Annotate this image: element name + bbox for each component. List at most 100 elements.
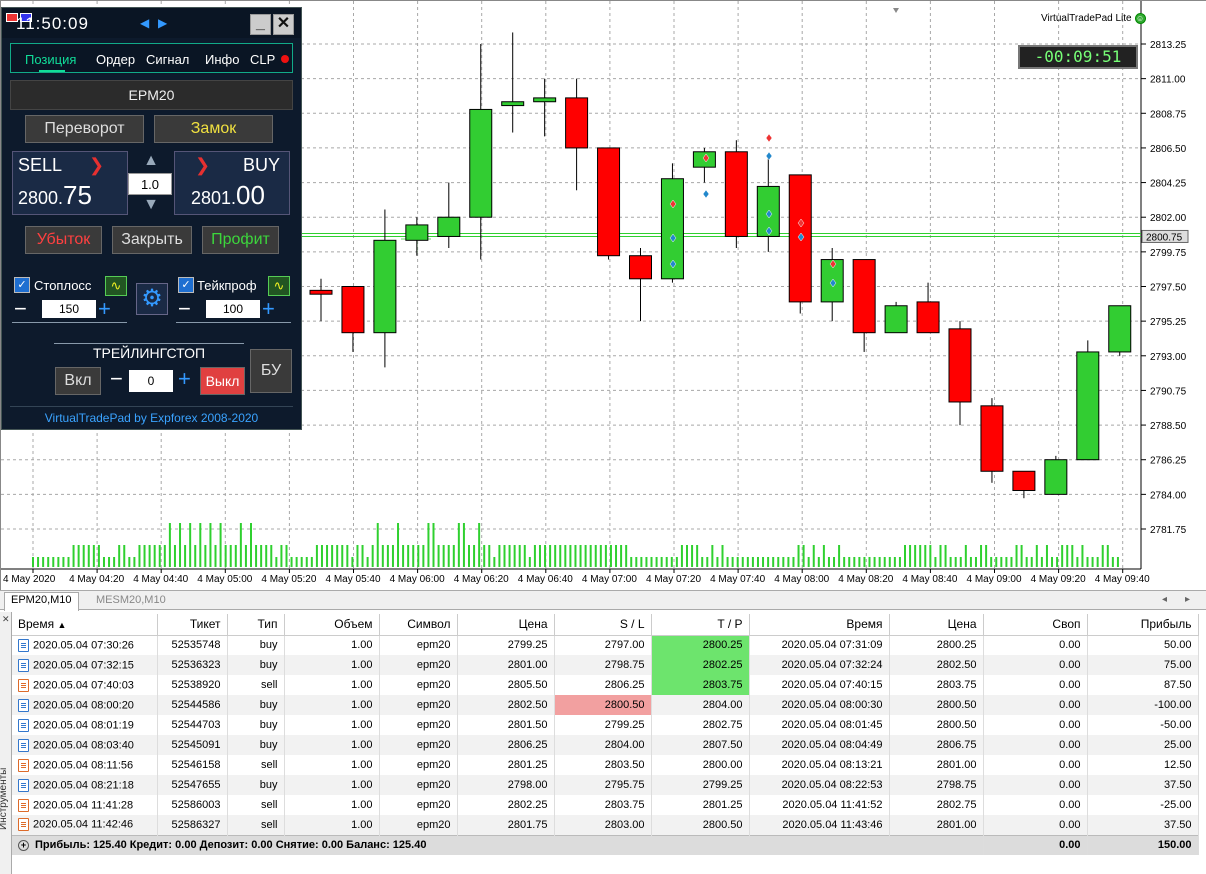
row-symbol: epm20: [379, 795, 458, 815]
row-sl-text: 2799.25: [604, 719, 645, 731]
profit-button[interactable]: Профит: [202, 226, 279, 254]
reverse-button[interactable]: Переворот: [25, 115, 144, 143]
row-close-price-text: 2800.25: [936, 639, 977, 652]
close-button[interactable]: ✕: [273, 14, 294, 35]
tabs-scroll-right-icon[interactable]: ▸: [1185, 594, 1190, 605]
trailing-input[interactable]: 0: [129, 370, 173, 392]
stoploss-plus[interactable]: +: [98, 298, 111, 320]
arrow-left-icon[interactable]: ◀: [140, 16, 149, 30]
table-row[interactable]: 2020.05.04 08:03:40 52545091 buy 1.00 epm20 2…: [12, 735, 1199, 755]
row-type: buy: [227, 635, 285, 655]
trailing-on-button[interactable]: Вкл: [55, 367, 101, 395]
chart-tab-mesm20[interactable]: MESM20,M10: [90, 593, 172, 607]
col-close-price[interactable]: Цена: [889, 614, 984, 636]
trailing-off-button[interactable]: Выкл: [200, 367, 245, 395]
row-sl-text: 2803.75: [604, 799, 645, 811]
row-symbol: epm20: [379, 775, 458, 795]
lot-up-icon[interactable]: ▲: [138, 152, 164, 170]
col-volume[interactable]: Объем: [284, 614, 380, 636]
stoploss-minus[interactable]: −: [14, 298, 27, 320]
row-ticket-text: 52544586: [171, 699, 221, 711]
table-row[interactable]: 2020.05.04 11:41:28 52586003 sell 1.00 epm20…: [12, 795, 1199, 815]
trailing-plus[interactable]: +: [178, 368, 191, 390]
row-close-time-text: 2020.05.04 08:04:49: [781, 739, 883, 751]
lock-button[interactable]: Замок: [154, 115, 273, 143]
tab-clp[interactable]: CLP: [250, 52, 275, 67]
table-row[interactable]: 2020.05.04 08:01:19 52544703 buy 1.00 epm20 2…: [12, 715, 1199, 735]
trailing-minus[interactable]: −: [110, 368, 123, 390]
tab-signal[interactable]: Сигнал: [146, 52, 189, 67]
col-type[interactable]: Тип: [227, 614, 285, 636]
takeprofit-minus[interactable]: −: [178, 298, 191, 320]
buy-button[interactable]: ❯ BUY 2801.00: [174, 151, 290, 215]
table-row[interactable]: 2020.05.04 07:40:03 52538920 sell 1.00 epm20…: [12, 675, 1199, 695]
chart-tab-epm20[interactable]: EPM20,M10: [4, 592, 79, 611]
row-price: 2801.25: [457, 755, 555, 775]
row-close-price-text: 2800.50: [936, 719, 977, 731]
row-price-text: 2801.75: [507, 818, 548, 831]
col-tp[interactable]: T / P: [651, 614, 750, 636]
row-price-text: 2801.50: [507, 719, 548, 731]
col-ticket[interactable]: Тикет: [157, 614, 228, 636]
takeprofit-input[interactable]: 100: [206, 300, 260, 318]
total-swap: 0.00: [983, 834, 1088, 855]
loss-button[interactable]: Убыток: [25, 226, 102, 254]
row-ticket: 52586327: [157, 815, 228, 835]
settings-gear-icon[interactable]: ⚙: [136, 283, 168, 315]
table-row[interactable]: 2020.05.04 11:42:46 52586327 sell 1.00 epm20…: [12, 815, 1199, 835]
takeprofit-mode-icon[interactable]: ∿: [268, 276, 290, 296]
buy-deal-icon: [18, 698, 29, 712]
col-sl[interactable]: S / L: [554, 614, 652, 636]
terminal-close-icon[interactable]: ✕: [2, 614, 10, 625]
buy-arrow-icon: ❯: [195, 155, 211, 175]
row-tp-text: 2800.25: [702, 639, 743, 652]
col-price[interactable]: Цена: [457, 614, 555, 636]
table-row[interactable]: 2020.05.04 08:11:56 52546158 sell 1.00 epm20…: [12, 755, 1199, 775]
col-profit[interactable]: Прибыль: [1087, 614, 1199, 636]
expand-icon[interactable]: +: [18, 839, 29, 851]
metatrader-window: 2813.25 2811.00 2808.75 2806.50 2804.25 2802.…: [0, 0, 1206, 874]
row-open-time-text: 2020.05.04 11:42:46: [33, 818, 134, 831]
sell-button[interactable]: SELL ❯ 2800.75: [12, 151, 128, 215]
row-volume-text: 1.00: [351, 639, 373, 652]
buy-price-frac: 00: [236, 180, 265, 210]
row-close-price-text: 2801.00: [936, 818, 977, 831]
row-close-time: 2020.05.04 08:00:30: [749, 695, 890, 715]
close-positions-button[interactable]: Закрыть: [112, 226, 192, 254]
table-row[interactable]: 2020.05.04 07:32:15 52536323 buy 1.00 epm20 2…: [12, 655, 1199, 675]
table-row[interactable]: 2020.05.04 08:00:20 52544586 buy 1.00 epm20 2…: [12, 695, 1199, 715]
stoploss-input[interactable]: 150: [42, 300, 96, 318]
x-tick-label: 4 May 06:40: [518, 574, 573, 585]
takeprofit-plus[interactable]: +: [262, 298, 275, 320]
row-tp-text: 2800.00: [702, 759, 743, 771]
minimize-button[interactable]: _: [250, 14, 271, 35]
arrow-right-icon[interactable]: ▶: [158, 16, 167, 30]
lot-input[interactable]: 1.0: [128, 173, 172, 195]
tab-info[interactable]: Инфо: [205, 52, 239, 67]
takeprofit-checkbox[interactable]: ✓: [178, 277, 194, 293]
col-symbol[interactable]: Символ: [379, 614, 458, 636]
table-row[interactable]: 2020.05.04 07:30:26 52535748 buy 1.00 epm20 2…: [12, 635, 1199, 655]
tab-position[interactable]: Позиция: [25, 52, 76, 67]
col-close-time[interactable]: Время: [749, 614, 890, 636]
row-type: sell: [227, 755, 285, 775]
stoploss-mode-icon[interactable]: ∿: [105, 276, 127, 296]
row-symbol: epm20: [379, 755, 458, 775]
candle-body: [565, 97, 589, 149]
col-open-time[interactable]: Время ▲: [12, 614, 158, 636]
row-sl: 2803.50: [554, 755, 652, 775]
row-profit: 50.00: [1087, 635, 1199, 655]
table-row[interactable]: 2020.05.04 08:21:18 52547655 buy 1.00 epm20 2…: [12, 775, 1199, 795]
lot-down-icon[interactable]: ▼: [138, 196, 164, 214]
col-swap[interactable]: Своп: [983, 614, 1088, 636]
tab-order[interactable]: Ордер: [96, 52, 135, 67]
y-tick-label: 2788.50: [1150, 421, 1187, 432]
symbol-label[interactable]: EPM20: [10, 80, 293, 110]
row-volume-text: 1.00: [351, 799, 373, 811]
sell-price: 2800.75: [18, 180, 92, 211]
stoploss-checkbox[interactable]: ✓: [14, 277, 30, 293]
tabs-scroll-left-icon[interactable]: ◂: [1162, 594, 1167, 605]
virtual-trade-pad: 11:50:09 ◀ ▶ _ ✕ Позиция Ордер Сигнал Ин…: [1, 7, 302, 430]
row-type: buy: [227, 735, 285, 755]
breakeven-button[interactable]: БУ: [250, 349, 292, 393]
